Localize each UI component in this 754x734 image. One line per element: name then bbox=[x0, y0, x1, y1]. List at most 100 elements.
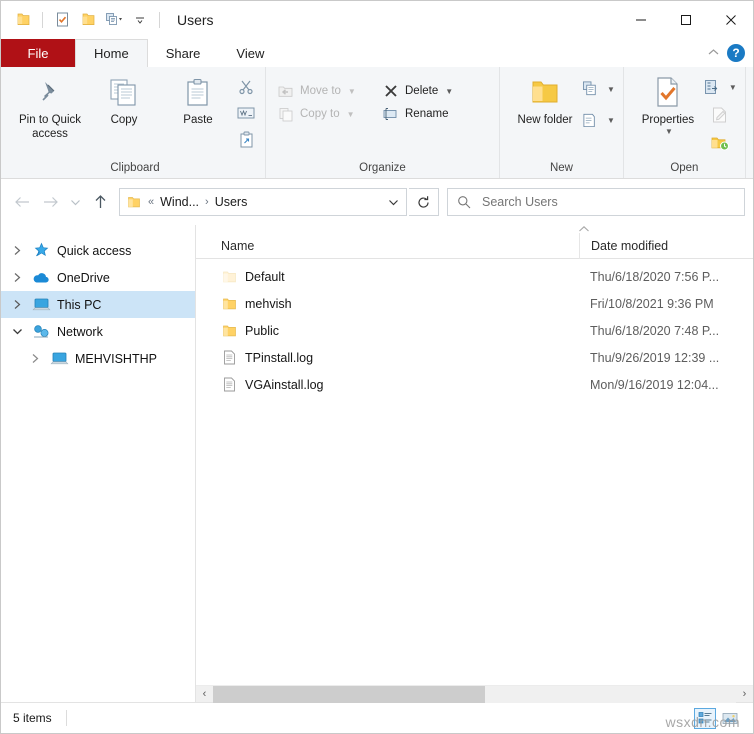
table-row[interactable]: mehvish Fri/10/8/2021 9:36 PM bbox=[196, 290, 753, 317]
easy-access-icon bbox=[582, 111, 600, 129]
scroll-right-button[interactable]: › bbox=[736, 686, 753, 703]
properties-caret-icon[interactable]: ▼ bbox=[665, 127, 673, 136]
chevron-down-icon[interactable] bbox=[380, 189, 406, 215]
paste-button[interactable]: Paste bbox=[161, 72, 235, 127]
rename-button[interactable]: Rename bbox=[379, 103, 491, 125]
sidebar-item-this-pc[interactable]: This PC bbox=[1, 291, 195, 318]
search-input[interactable] bbox=[480, 194, 736, 210]
table-row[interactable]: Public Thu/6/18/2020 7:48 P... bbox=[196, 317, 753, 344]
clipboard-small-icons bbox=[235, 72, 257, 150]
row-name-cell: Public bbox=[196, 323, 579, 339]
table-row[interactable]: VGAinstall.log Mon/9/16/2019 12:04... bbox=[196, 371, 753, 398]
ribbon-group-new: New folder ▼ bbox=[499, 67, 623, 178]
horizontal-scrollbar[interactable]: ‹ › bbox=[196, 685, 753, 702]
cloud-icon bbox=[31, 269, 51, 287]
rename-icon bbox=[382, 105, 400, 123]
new-item-caret-icon[interactable]: ▼ bbox=[607, 85, 615, 94]
tab-view[interactable]: View bbox=[218, 39, 282, 67]
star-icon bbox=[31, 242, 51, 260]
properties-icon[interactable] bbox=[50, 8, 74, 32]
item-count-label: 5 items bbox=[13, 711, 52, 725]
pc-icon bbox=[31, 296, 51, 314]
tab-home[interactable]: Home bbox=[75, 39, 148, 67]
properties-button[interactable]: Properties ▼ bbox=[632, 72, 704, 136]
row-date-cell: Fri/10/8/2021 9:36 PM bbox=[579, 297, 753, 311]
scroll-left-button[interactable]: ‹ bbox=[196, 686, 213, 703]
table-row[interactable]: TPinstall.log Thu/9/26/2019 12:39 ... bbox=[196, 344, 753, 371]
chevron-right-icon[interactable] bbox=[27, 353, 43, 364]
forward-button[interactable] bbox=[37, 189, 63, 215]
chevron-right-icon[interactable] bbox=[9, 245, 25, 256]
new-folder-icon bbox=[529, 76, 561, 110]
up-button[interactable] bbox=[87, 189, 113, 215]
breadcrumb-item-users[interactable]: Users bbox=[215, 195, 248, 209]
copy-to-caret-icon[interactable]: ▼ bbox=[347, 110, 355, 119]
status-divider bbox=[66, 710, 67, 726]
copy-to-button[interactable]: Copy to ▼ bbox=[274, 103, 379, 125]
easy-access-caret-icon[interactable]: ▼ bbox=[607, 116, 615, 125]
new-folder-label: New folder bbox=[518, 113, 573, 127]
folder-icon[interactable] bbox=[11, 8, 35, 32]
help-button[interactable]: ? bbox=[727, 44, 745, 62]
cut-icon[interactable] bbox=[235, 76, 257, 98]
customize-icon[interactable] bbox=[102, 8, 126, 32]
sidebar-item-mehvishthp[interactable]: MEHVISHTHP bbox=[1, 345, 195, 372]
ribbon-group-clipboard: Pin to Quick access Copy bbox=[5, 67, 265, 178]
refresh-button[interactable] bbox=[409, 188, 439, 216]
ribbon-group-organize: Move to ▼ Copy to ▼ bbox=[265, 67, 499, 178]
delete-caret-icon[interactable]: ▼ bbox=[445, 87, 453, 96]
sidebar-item-quick-access[interactable]: Quick access bbox=[1, 237, 195, 264]
table-row[interactable]: Default Thu/6/18/2020 7:56 P... bbox=[196, 263, 753, 290]
recent-locations-button[interactable] bbox=[65, 189, 85, 215]
sidebar-item-network[interactable]: Network bbox=[1, 318, 195, 345]
column-header-name[interactable]: Name bbox=[196, 233, 579, 259]
close-button[interactable] bbox=[708, 1, 753, 39]
new-folder-button[interactable]: New folder bbox=[508, 72, 582, 127]
tab-strip-right: ? bbox=[706, 39, 753, 67]
column-header-date-modified[interactable]: Date modified bbox=[579, 233, 753, 259]
open-caret-icon[interactable]: ▼ bbox=[729, 83, 737, 92]
paste-shortcut-icon[interactable] bbox=[235, 128, 257, 150]
delete-button[interactable]: Delete ▼ bbox=[379, 80, 491, 102]
row-name-cell: mehvish bbox=[196, 296, 579, 312]
qat-divider bbox=[42, 12, 43, 28]
chevron-right-icon[interactable] bbox=[9, 272, 25, 283]
minimize-button[interactable] bbox=[618, 1, 663, 39]
move-to-caret-icon[interactable]: ▼ bbox=[348, 87, 356, 96]
edit-icon[interactable] bbox=[709, 104, 731, 126]
breadcrumb-separator[interactable]: › bbox=[205, 196, 209, 208]
chevron-up-icon[interactable] bbox=[706, 46, 721, 60]
copy-button[interactable]: Copy bbox=[87, 72, 161, 127]
move-to-button[interactable]: Move to ▼ bbox=[274, 80, 379, 102]
navigation-pane: Quick access OneDrive bbox=[1, 225, 196, 702]
back-button[interactable] bbox=[9, 189, 35, 215]
copy-path-icon[interactable] bbox=[235, 102, 257, 124]
new-item-button[interactable]: ▼ bbox=[582, 78, 615, 100]
title-divider bbox=[159, 12, 160, 28]
open-button[interactable]: ▼ bbox=[704, 76, 737, 98]
network-icon bbox=[31, 323, 51, 341]
address-bar[interactable]: « Wind... › Users bbox=[119, 188, 407, 216]
search-box[interactable] bbox=[447, 188, 745, 216]
pin-to-quick-access-label: Pin to Quick access bbox=[13, 113, 87, 141]
history-icon[interactable] bbox=[709, 132, 731, 154]
sidebar-item-onedrive[interactable]: OneDrive bbox=[1, 264, 195, 291]
scrollbar-thumb[interactable] bbox=[213, 686, 485, 703]
chevron-down-icon[interactable] bbox=[9, 327, 25, 336]
sidebar-item-label: Quick access bbox=[57, 244, 131, 258]
new-folder-icon[interactable] bbox=[76, 8, 100, 32]
breadcrumb-overflow[interactable]: « bbox=[148, 196, 154, 208]
easy-access-button[interactable]: ▼ bbox=[582, 109, 615, 131]
tab-share[interactable]: Share bbox=[148, 39, 219, 67]
tab-file[interactable]: File bbox=[1, 39, 75, 67]
row-name-cell: TPinstall.log bbox=[196, 350, 579, 366]
maximize-button[interactable] bbox=[663, 1, 708, 39]
scrollbar-track[interactable] bbox=[213, 686, 736, 703]
sidebar-item-label: This PC bbox=[57, 298, 101, 312]
copy-label: Copy bbox=[111, 113, 138, 127]
chevron-right-icon[interactable] bbox=[9, 299, 25, 310]
qat-dropdown-icon[interactable] bbox=[128, 8, 152, 32]
delete-icon bbox=[382, 82, 400, 100]
pin-to-quick-access-button[interactable]: Pin to Quick access bbox=[13, 72, 87, 141]
breadcrumb-item-windows[interactable]: Wind... bbox=[160, 195, 199, 209]
